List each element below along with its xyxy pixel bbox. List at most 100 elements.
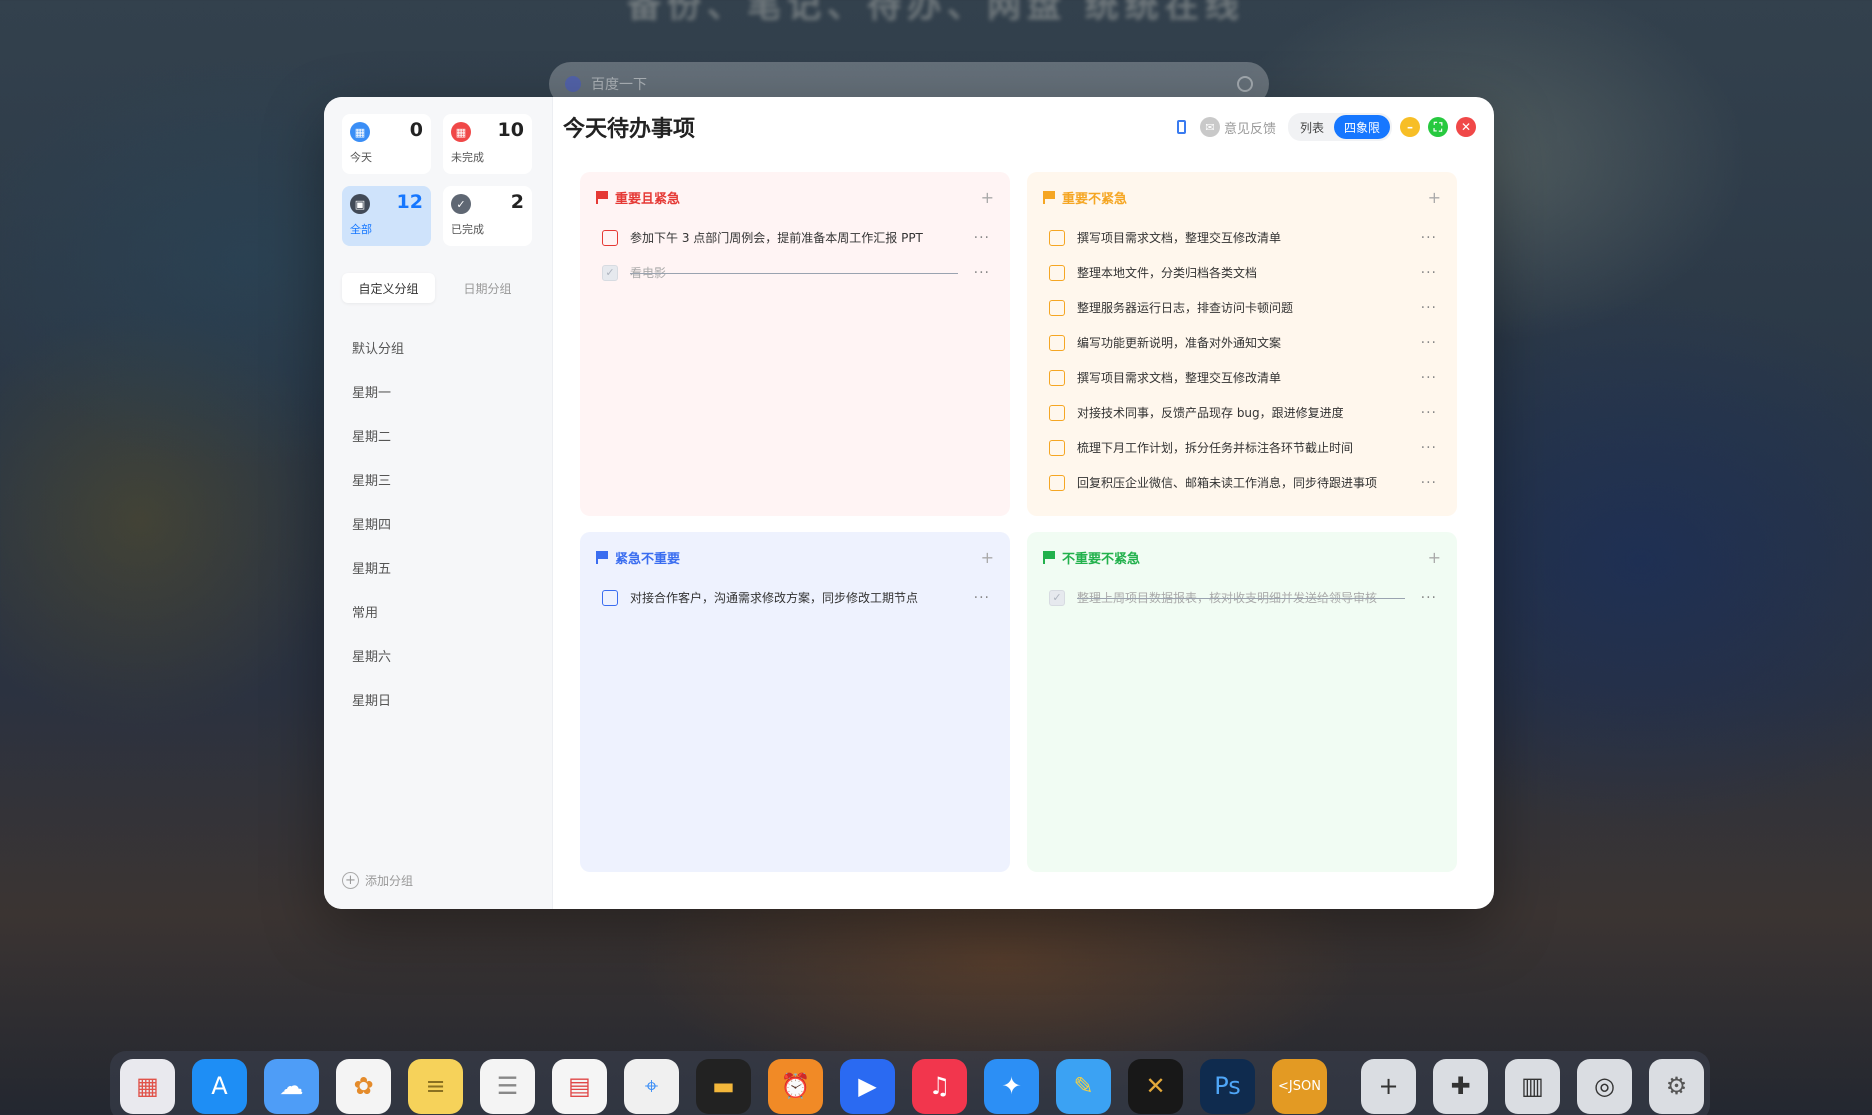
wallet-icon[interactable]: ▬ — [696, 1058, 751, 1114]
task-checkbox[interactable] — [1049, 474, 1065, 491]
tab-date-groups[interactable]: 日期分组 — [441, 273, 534, 303]
quadrant-header: 重要不紧急 + — [1043, 186, 1441, 208]
clock-icon[interactable]: ⏰ — [768, 1058, 823, 1114]
icloud-icon[interactable]: ☁ — [264, 1058, 319, 1114]
photoshop-icon[interactable]: Ps — [1200, 1058, 1255, 1114]
reminders-icon[interactable]: ☰ — [480, 1058, 535, 1114]
view-quadrant-button[interactable]: 四象限 — [1333, 115, 1390, 139]
task-checkbox[interactable] — [1049, 404, 1065, 421]
sketch-pen-icon[interactable]: ✎ — [1056, 1058, 1111, 1114]
add-group-button[interactable]: + 添加分组 — [342, 872, 413, 889]
task-checkbox[interactable] — [1049, 334, 1065, 351]
group-item[interactable]: 常用 — [342, 589, 534, 633]
task-row[interactable]: 参加下午 3 点部门周例会，提前准备本周工作汇报 PPT ··· — [596, 220, 994, 255]
more-icon[interactable]: ··· — [974, 230, 994, 246]
safari-icon[interactable]: ✦ — [984, 1058, 1039, 1114]
background-headline: 备份、笔记、待办、网盘 统统在线 — [627, 0, 1245, 26]
close-button[interactable]: ✕ — [1456, 117, 1476, 137]
task-row[interactable]: 回复积压企业微信、邮箱未读工作消息，同步待跟进事项 ··· — [1043, 465, 1441, 500]
brush-icon[interactable]: ▥ — [1505, 1058, 1560, 1114]
task-checkbox[interactable] — [602, 589, 618, 606]
more-icon[interactable]: ··· — [1421, 230, 1441, 246]
group-item[interactable]: 默认分组 — [342, 325, 534, 369]
more-icon[interactable]: ··· — [1421, 405, 1441, 421]
task-row[interactable]: 梳理下月工作计划，拆分任务并标注各环节截止时间 ··· — [1043, 430, 1441, 465]
settings-icon[interactable]: ⚙ — [1649, 1058, 1704, 1114]
add-task-button[interactable]: + — [1428, 188, 1441, 207]
add-group-label: 添加分组 — [365, 874, 414, 888]
task-text: 撰写项目需求文档，整理交互修改清单 — [1077, 231, 1282, 245]
more-icon[interactable]: ··· — [1421, 265, 1441, 281]
task-checkbox[interactable]: ✓ — [1049, 589, 1065, 606]
task-row[interactable]: 撰写项目需求文档，整理交互修改清单 ··· — [1043, 220, 1441, 255]
task-row[interactable]: 对接技术同事，反馈产品现存 bug，跟进修复进度 ··· — [1043, 395, 1441, 430]
more-icon[interactable]: ··· — [1421, 475, 1441, 491]
task-row[interactable]: ✓ 整理上周项目数据报表，核对收支明细并发送给领导审核 ··· — [1043, 580, 1441, 615]
minimize-button[interactable]: – — [1400, 117, 1420, 137]
stat-incomplete[interactable]: ▦ 10 未完成 — [443, 114, 532, 174]
maps-icon[interactable]: ⌖ — [624, 1058, 679, 1114]
more-icon[interactable]: ··· — [974, 590, 994, 606]
task-checkbox[interactable] — [1049, 369, 1065, 386]
group-item[interactable]: 星期六 — [342, 633, 534, 677]
group-item[interactable]: 星期三 — [342, 457, 534, 501]
group-item[interactable]: 星期四 — [342, 501, 534, 545]
group-item[interactable]: 星期日 — [342, 677, 534, 721]
task-row[interactable]: 整理本地文件，分类归档各类文档 ··· — [1043, 255, 1441, 290]
more-icon[interactable]: ··· — [974, 265, 994, 281]
task-row[interactable]: 撰写项目需求文档，整理交互修改清单 ··· — [1043, 360, 1441, 395]
phone-icon[interactable] — [1172, 117, 1192, 137]
group-item[interactable]: 星期二 — [342, 413, 534, 457]
view-list-button[interactable]: 列表 — [1290, 115, 1334, 139]
group-item[interactable]: 星期一 — [342, 369, 534, 413]
add-task-button[interactable]: + — [981, 548, 994, 567]
json-icon[interactable]: <JSON — [1272, 1058, 1327, 1114]
stat-count: 2 — [510, 191, 524, 213]
more-icon[interactable]: ··· — [1421, 335, 1441, 351]
calendar-icon[interactable]: ▤ — [552, 1058, 607, 1114]
maximize-button[interactable]: ⛶ — [1428, 117, 1448, 137]
group-item[interactable]: 星期五 — [342, 545, 534, 589]
stat-today[interactable]: ▦ 0 今天 — [342, 114, 431, 174]
notes-icon[interactable]: ≡ — [408, 1058, 463, 1114]
task-checkbox[interactable] — [1049, 264, 1065, 281]
app-store-icon[interactable]: A — [192, 1058, 247, 1114]
task-checkbox[interactable] — [1049, 299, 1065, 316]
plugin-icon[interactable]: ✚ — [1433, 1058, 1488, 1114]
search-icon[interactable] — [1237, 76, 1253, 92]
flag-icon — [596, 551, 608, 564]
task-text: 整理服务器运行日志，排查访问卡顿问题 — [1077, 301, 1294, 315]
task-text: 回复积压企业微信、邮箱未读工作消息，同步待跟进事项 — [1077, 476, 1378, 490]
video-player-icon[interactable]: ▶ — [840, 1058, 895, 1114]
task-row[interactable]: 编写功能更新说明，准备对外通知文案 ··· — [1043, 325, 1441, 360]
task-checkbox[interactable] — [1049, 439, 1065, 456]
task-row[interactable]: ✓ 看电影 ··· — [596, 255, 994, 290]
add-task-button[interactable]: + — [981, 188, 994, 207]
quadrant-header: 不重要不紧急 + — [1043, 546, 1441, 568]
add-icon[interactable]: + — [1361, 1058, 1416, 1114]
stat-completed[interactable]: ✓ 2 已完成 — [443, 186, 532, 246]
mail-icon: ✉ — [1199, 117, 1220, 137]
launchpad-icon[interactable]: ▦ — [120, 1058, 175, 1114]
more-icon[interactable]: ··· — [1421, 370, 1441, 386]
view-toggle: 列表 四象限 — [1287, 113, 1392, 141]
add-task-button[interactable]: + — [1428, 548, 1441, 567]
more-icon[interactable]: ··· — [1421, 440, 1441, 456]
feedback-button[interactable]: ✉ 意见反馈 — [1199, 117, 1276, 137]
task-checkbox[interactable] — [1049, 229, 1065, 246]
tab-custom-groups[interactable]: 自定义分组 — [342, 273, 435, 303]
task-row[interactable]: 对接合作客户，沟通需求修改方案，同步修改工期节点 ··· — [596, 580, 994, 615]
task-row[interactable]: 整理服务器运行日志，排查访问卡顿问题 ··· — [1043, 290, 1441, 325]
more-icon[interactable]: ··· — [1421, 300, 1441, 316]
code-diff-icon[interactable]: ✕ — [1128, 1058, 1183, 1114]
music-icon[interactable]: ♫ — [912, 1058, 967, 1114]
stat-all[interactable]: ▣ 12 全部 — [342, 186, 431, 246]
lock-icon[interactable]: ◎ — [1577, 1058, 1632, 1114]
dock: ▦ A ☁ ✿ ≡ ☰ ▤ ⌖ ▬ ⏰ ▶ ♫ ✦ ✎ ✕ Ps <JSON + ✚ ▥ ◎ ⚙ — [110, 1051, 1710, 1115]
task-checkbox[interactable] — [602, 229, 618, 246]
more-icon[interactable]: ··· — [1421, 590, 1441, 606]
task-text: 撰写项目需求文档，整理交互修改清单 — [1077, 371, 1282, 385]
photos-icon[interactable]: ✿ — [336, 1058, 391, 1114]
group-list: 默认分组 星期一 星期二 星期三 星期四 星期五 常用 星期六 星期日 — [342, 325, 534, 721]
task-checkbox[interactable]: ✓ — [602, 264, 618, 281]
